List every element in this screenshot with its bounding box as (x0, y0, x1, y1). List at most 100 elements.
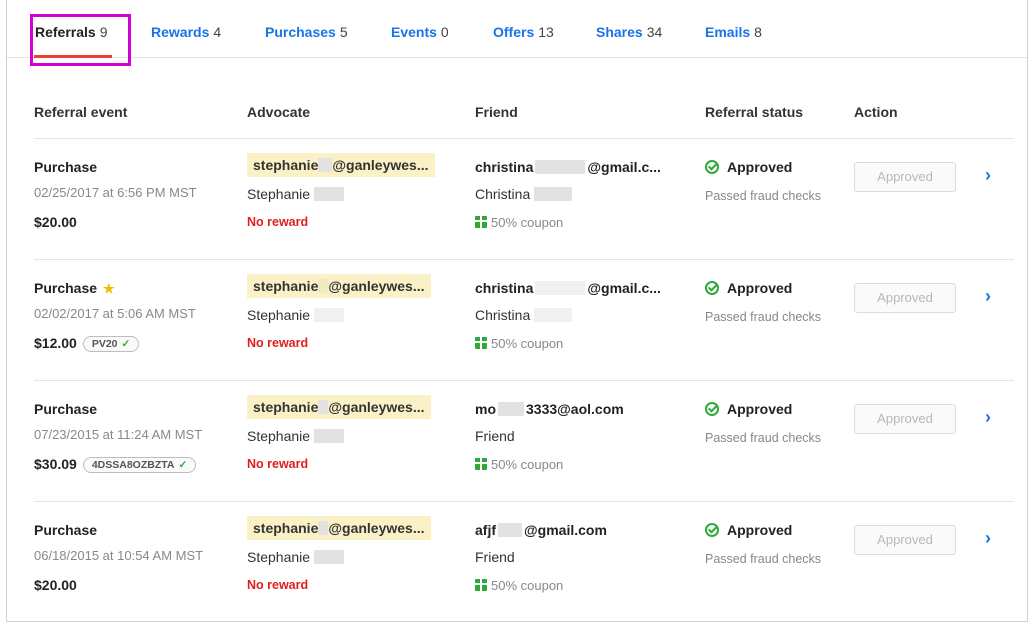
email-local-part: stephanie (253, 520, 319, 536)
tab-count: 13 (538, 24, 554, 40)
redaction-block (318, 400, 329, 414)
referral-date: 06/18/2015 at 10:54 AM MST (34, 548, 204, 563)
referral-amount-line: $20.00 (34, 214, 77, 230)
tab-label: Offers (493, 24, 535, 40)
advocate-name-line: Stephanie (247, 186, 344, 202)
col-action: Action (854, 104, 898, 120)
chevron-right-icon[interactable]: › (985, 528, 991, 549)
email-local-part: mo (475, 401, 496, 417)
check-circle-icon (705, 281, 719, 295)
advocate-name: Stephanie (247, 307, 311, 323)
advocate-email[interactable]: stephanie @ganleywes... (247, 274, 431, 298)
redaction-block (534, 308, 573, 322)
status-label: Approved (727, 401, 793, 417)
advocate-name: Stephanie (247, 549, 311, 565)
check-circle-icon (705, 160, 719, 174)
redaction-block (534, 187, 573, 201)
table-row[interactable]: Purchase 07/23/2015 at 11:24 AM MST $30.… (7, 381, 1027, 502)
advocate-reward: No reward (247, 336, 309, 350)
check-circle-icon (705, 402, 719, 416)
table-header: Referral event Advocate Friend Referral … (7, 104, 1027, 138)
friend-name: Christina (475, 307, 531, 323)
email-local-part: afjf (475, 522, 496, 538)
email-domain-part: @ganleywes... (328, 278, 425, 294)
friend-email[interactable]: christina @gmail.c... (475, 280, 661, 296)
gift-icon (475, 579, 487, 591)
friend-name-line: Christina (475, 307, 573, 323)
referral-amount-line: $20.00 (34, 577, 77, 593)
chevron-right-icon[interactable]: › (985, 165, 991, 186)
tab-count: 0 (440, 24, 449, 40)
friend-name: Christina (475, 186, 531, 202)
redaction-block (313, 429, 344, 443)
check-icon: ✓ (121, 338, 131, 350)
redaction-block (318, 279, 329, 293)
advocate-email[interactable]: stephanie @ganleywes... (247, 395, 431, 419)
col-referral-status: Referral status (705, 104, 804, 120)
referral-status: Approved (705, 280, 792, 296)
tab-rewards[interactable]: Rewards 4 (151, 24, 221, 40)
tab-label: Emails (705, 24, 751, 40)
tab-label: Events (391, 24, 437, 40)
star-icon: ★ (103, 281, 115, 296)
friend-reward-label: 50% coupon (491, 578, 564, 593)
table-row[interactable]: Purchase 02/25/2017 at 6:56 PM MST $20.0… (7, 139, 1027, 260)
tab-events[interactable]: Events 0 (391, 24, 449, 40)
referral-amount: $30.09 (34, 456, 77, 472)
col-advocate: Advocate (247, 104, 311, 120)
referral-status: Approved (705, 401, 792, 417)
tab-purchases[interactable]: Purchases 5 (265, 24, 348, 40)
chevron-right-icon[interactable]: › (985, 286, 991, 307)
tab-shares[interactable]: Shares 34 (596, 24, 662, 40)
approved-button[interactable]: Approved (854, 283, 956, 313)
tab-emails[interactable]: Emails 8 (705, 24, 762, 40)
gift-icon (475, 458, 487, 470)
friend-name: Friend (475, 549, 515, 565)
advocate-email[interactable]: stephanie @ganleywes... (247, 153, 435, 177)
status-note: Passed fraud checks (705, 310, 822, 324)
referral-status: Approved (705, 159, 792, 175)
advocate-reward: No reward (247, 578, 309, 592)
email-local-part: christina (475, 159, 534, 175)
friend-name: Friend (475, 428, 515, 444)
approved-button[interactable]: Approved (854, 404, 956, 434)
referral-amount-line: $30.09 4DSSA8OZBZTA ✓ (34, 456, 197, 473)
tab-count: 34 (646, 24, 663, 40)
friend-reward-label: 50% coupon (491, 457, 564, 472)
friend-email[interactable]: afjf @gmail.com (475, 522, 607, 538)
friend-reward: 50% coupon (475, 578, 563, 593)
referral-event-type: Purchase (34, 159, 98, 175)
referral-amount: $20.00 (34, 214, 77, 230)
referral-date: 02/25/2017 at 6:56 PM MST (34, 185, 197, 200)
coupon-code: PV20 (91, 338, 118, 350)
advocate-name-line: Stephanie (247, 549, 344, 565)
table-row[interactable]: Purchase 06/18/2015 at 10:54 AM MST $20.… (7, 502, 1027, 623)
email-domain-part: @gmail.com (524, 522, 607, 538)
tab-offers[interactable]: Offers 13 (493, 24, 554, 40)
referral-amount: $12.00 (34, 335, 77, 351)
redaction-block (535, 281, 586, 295)
email-local-part: stephanie (253, 157, 319, 173)
friend-email[interactable]: christina @gmail.c... (475, 159, 661, 175)
chevron-right-icon[interactable]: › (985, 407, 991, 428)
advocate-reward: No reward (247, 215, 309, 229)
advocate-email[interactable]: stephanie @ganleywes... (247, 516, 431, 540)
coupon-code-badge: PV20 ✓ (82, 336, 140, 352)
advocate-name: Stephanie (247, 186, 311, 202)
table-row[interactable]: Purchase ★ 02/02/2017 at 5:06 AM MST $12.… (7, 260, 1027, 381)
col-friend: Friend (475, 104, 518, 120)
approved-button[interactable]: Approved (854, 162, 956, 192)
referral-date: 07/23/2015 at 11:24 AM MST (34, 427, 203, 442)
redaction-block (498, 523, 522, 537)
tab-label: Purchases (265, 24, 336, 40)
approved-button[interactable]: Approved (854, 525, 956, 555)
email-domain-part: @ganleywes... (328, 520, 425, 536)
tab-count: 4 (213, 24, 222, 40)
annotation-highlight-box (30, 14, 131, 66)
status-label: Approved (727, 159, 793, 175)
email-domain-part: @gmail.c... (587, 159, 661, 175)
advocate-name-line: Stephanie (247, 428, 344, 444)
redaction-block (313, 550, 344, 564)
advocate-name: Stephanie (247, 428, 311, 444)
friend-email[interactable]: mo 3333@aol.com (475, 401, 624, 417)
